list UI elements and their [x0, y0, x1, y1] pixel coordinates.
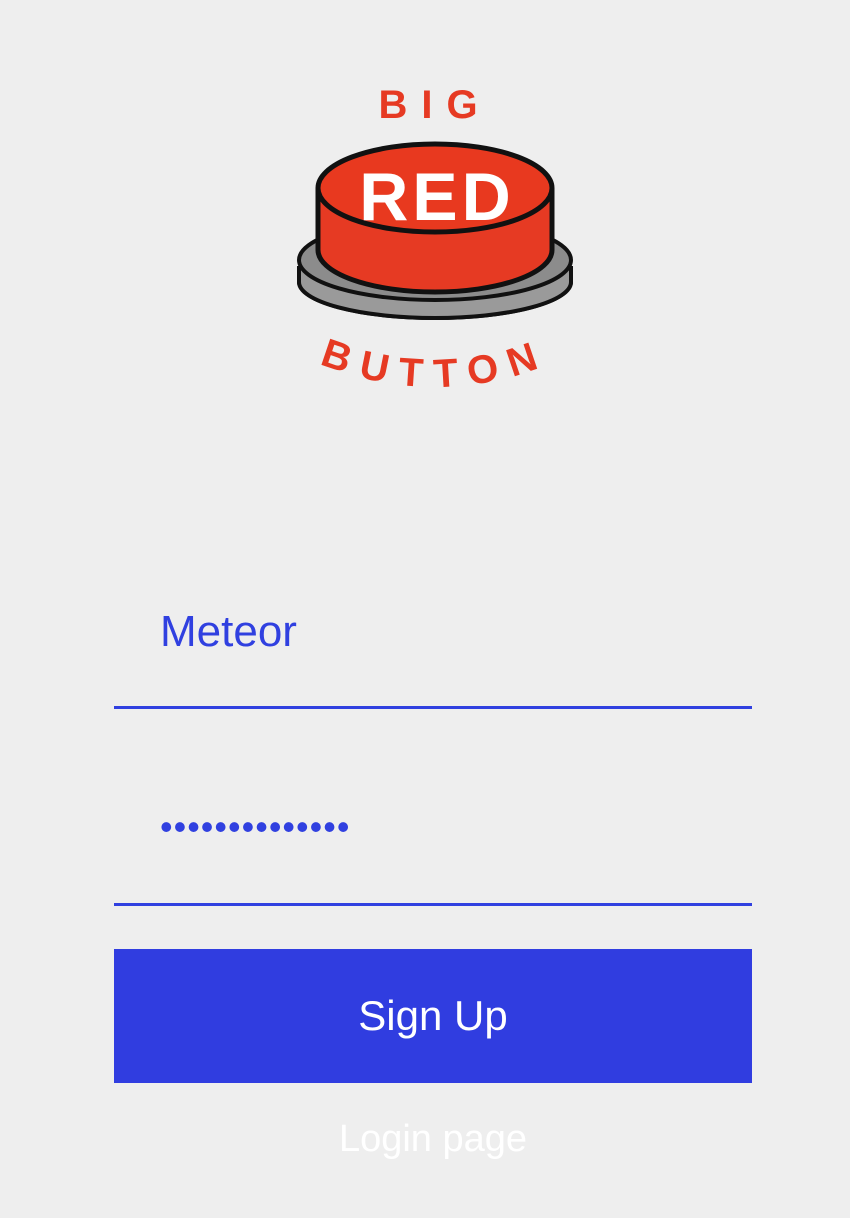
logo-text-button: BUTTON: [316, 331, 554, 397]
big-red-button-logo: BIG RED BUTTON: [290, 70, 580, 410]
logo-text-red: RED: [359, 159, 515, 235]
login-page-link[interactable]: Login page: [114, 1118, 752, 1161]
signup-button[interactable]: Sign Up: [114, 949, 752, 1083]
password-input[interactable]: [160, 802, 720, 852]
logo-text-big: BIG: [378, 83, 491, 127]
password-field: [114, 780, 752, 906]
username-input[interactable]: [160, 604, 720, 660]
username-field: [114, 580, 752, 709]
